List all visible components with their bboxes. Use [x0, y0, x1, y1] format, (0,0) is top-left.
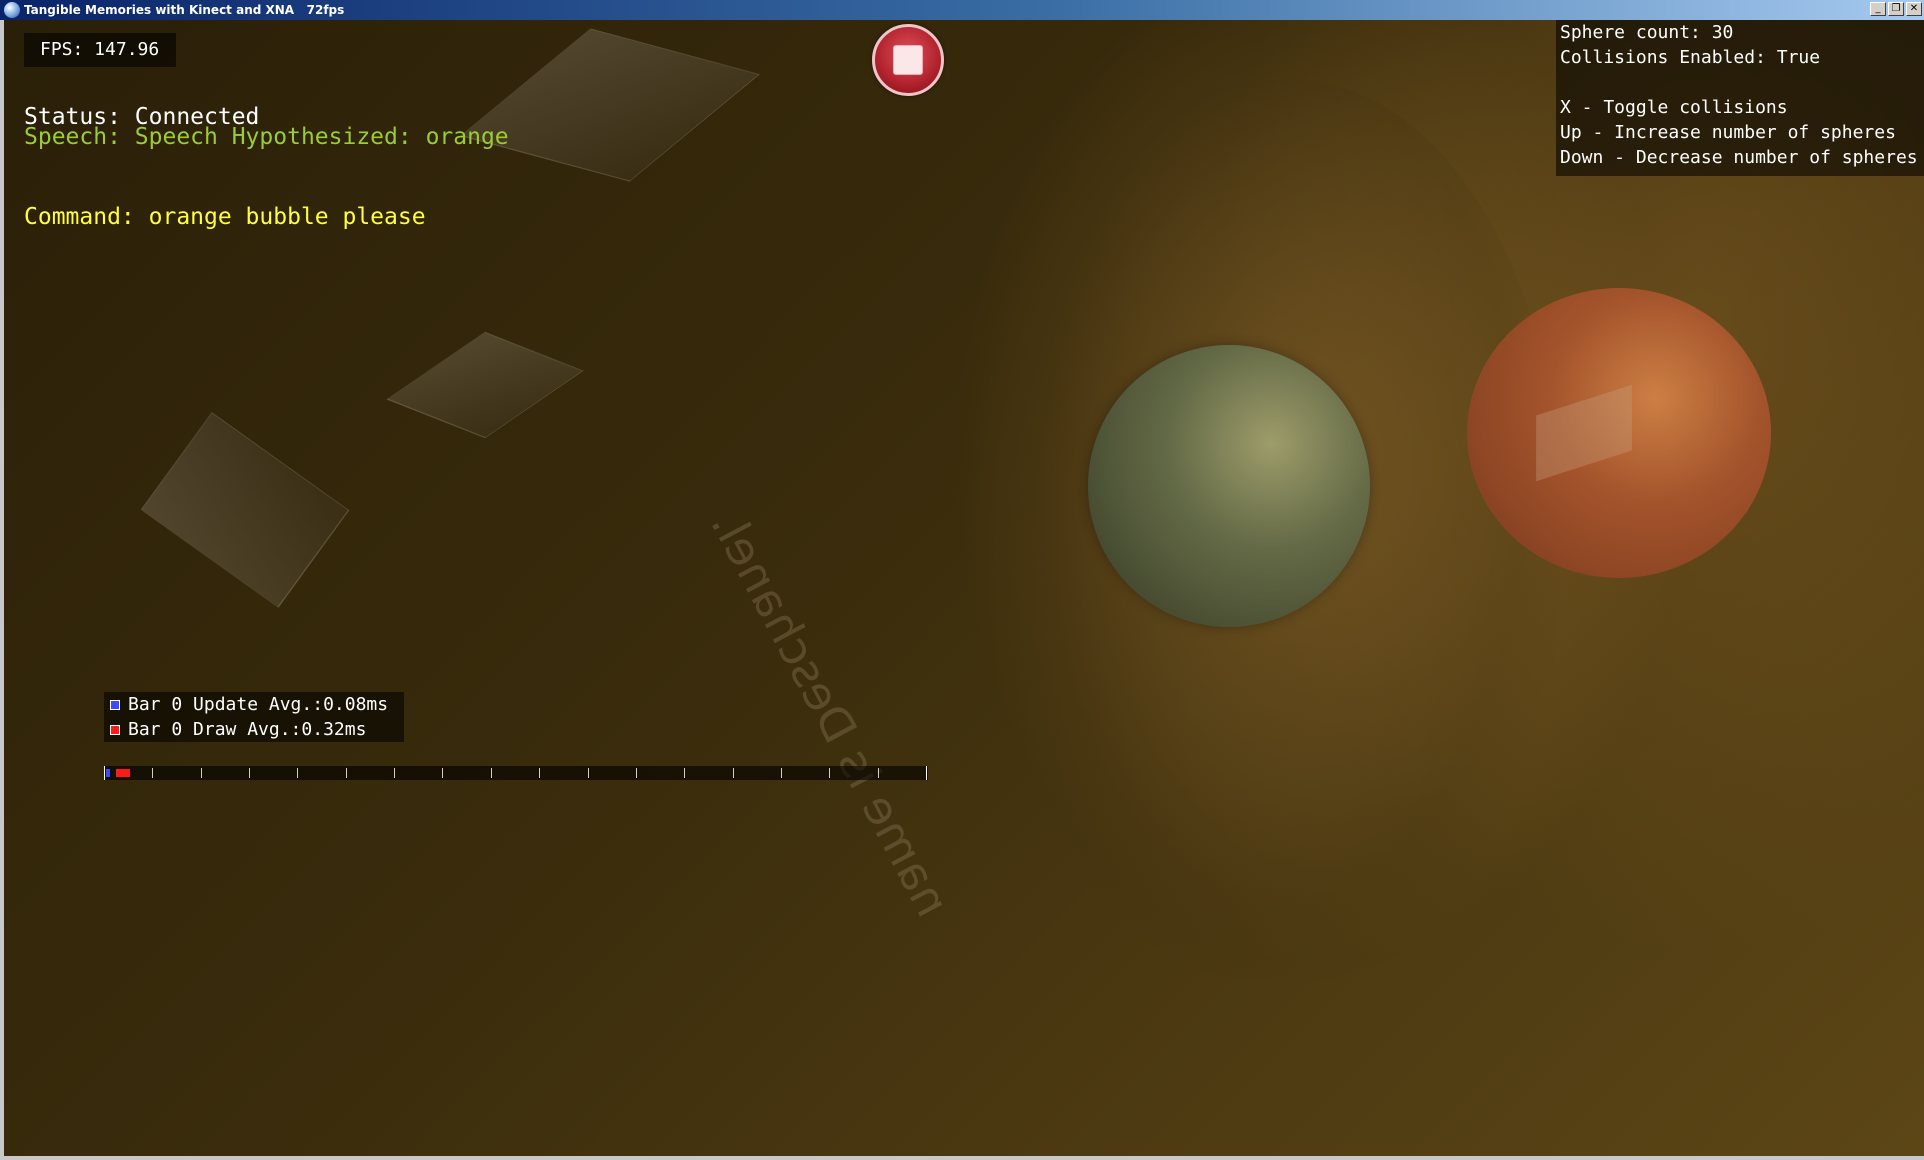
close-icon[interactable]: ✕ [1906, 2, 1922, 16]
perf-tick [926, 766, 927, 780]
perf-tick [346, 768, 347, 778]
restore-icon[interactable]: ❐ [1888, 2, 1904, 16]
perf-legend: Bar 0 Update Avg.:0.08ms Bar 0 Draw Avg.… [104, 692, 404, 742]
window-controls: _ ❐ ✕ [1870, 2, 1922, 16]
draw-swatch [110, 724, 120, 735]
window-title: Tangible Memories with Kinect and XNA 72… [24, 3, 345, 17]
perf-timeline-bar [104, 766, 928, 780]
perf-draw-row: Bar 0 Draw Avg.:0.32ms [110, 717, 404, 742]
sphere-count: Sphere count: 30 [1560, 22, 1734, 43]
green-sphere[interactable] [1088, 345, 1370, 627]
perf-tick [442, 768, 443, 778]
collisions-enabled: Collisions Enabled: True [1560, 47, 1821, 68]
speech-hypothesis: Speech: Speech Hypothesized: orange [24, 124, 509, 150]
kinect-scene-view: name is Deschanel. [0, 20, 1924, 1156]
floating-photo [460, 28, 760, 182]
fps-counter: FPS: 147.96 [24, 33, 176, 67]
increase-spheres-hint: Up - Increase number of spheres [1560, 122, 1896, 143]
perf-tick [829, 768, 830, 778]
decrease-spheres-hint: Down - Decrease number of spheres [1560, 147, 1918, 168]
perf-tick [733, 768, 734, 778]
perf-tick [539, 768, 540, 778]
perf-tick [249, 768, 250, 778]
perf-tick [684, 768, 685, 778]
perf-tick [394, 768, 395, 778]
recognized-command: Command: orange bubble please [24, 204, 426, 230]
minimize-icon[interactable]: _ [1870, 2, 1886, 16]
perf-tick [588, 768, 589, 778]
record-stop-button[interactable] [872, 24, 944, 96]
window-left-border [0, 20, 4, 1156]
stop-icon [893, 45, 923, 75]
perf-draw-fill [116, 769, 130, 777]
orange-sphere[interactable] [1467, 288, 1771, 578]
perf-tick [878, 768, 879, 778]
window-title-bar[interactable]: Tangible Memories with Kinect and XNA 72… [0, 0, 1924, 20]
perf-draw-label: Bar 0 Draw Avg.:0.32ms [128, 719, 367, 740]
perf-update-label: Bar 0 Update Avg.:0.08ms [128, 694, 389, 715]
perf-tick [636, 768, 637, 778]
window-bottom-border [0, 1156, 1924, 1160]
perf-tick [781, 768, 782, 778]
sphere-info-panel: Sphere count: 30 Collisions Enabled: Tru… [1556, 20, 1924, 176]
floating-photo [386, 331, 584, 439]
perf-update-fill [106, 769, 110, 777]
floating-photo [140, 412, 350, 608]
perf-tick [152, 768, 153, 778]
mirrored-background-text: name is Deschanel. [700, 501, 960, 926]
perf-tick [297, 768, 298, 778]
perf-tick [201, 768, 202, 778]
update-swatch [110, 699, 120, 710]
perf-tick [491, 768, 492, 778]
app-icon [4, 2, 20, 18]
perf-tick [104, 766, 105, 780]
perf-update-row: Bar 0 Update Avg.:0.08ms [110, 692, 404, 717]
toggle-collisions-hint: X - Toggle collisions [1560, 97, 1788, 118]
sphere-photo-reflection [1536, 384, 1632, 482]
